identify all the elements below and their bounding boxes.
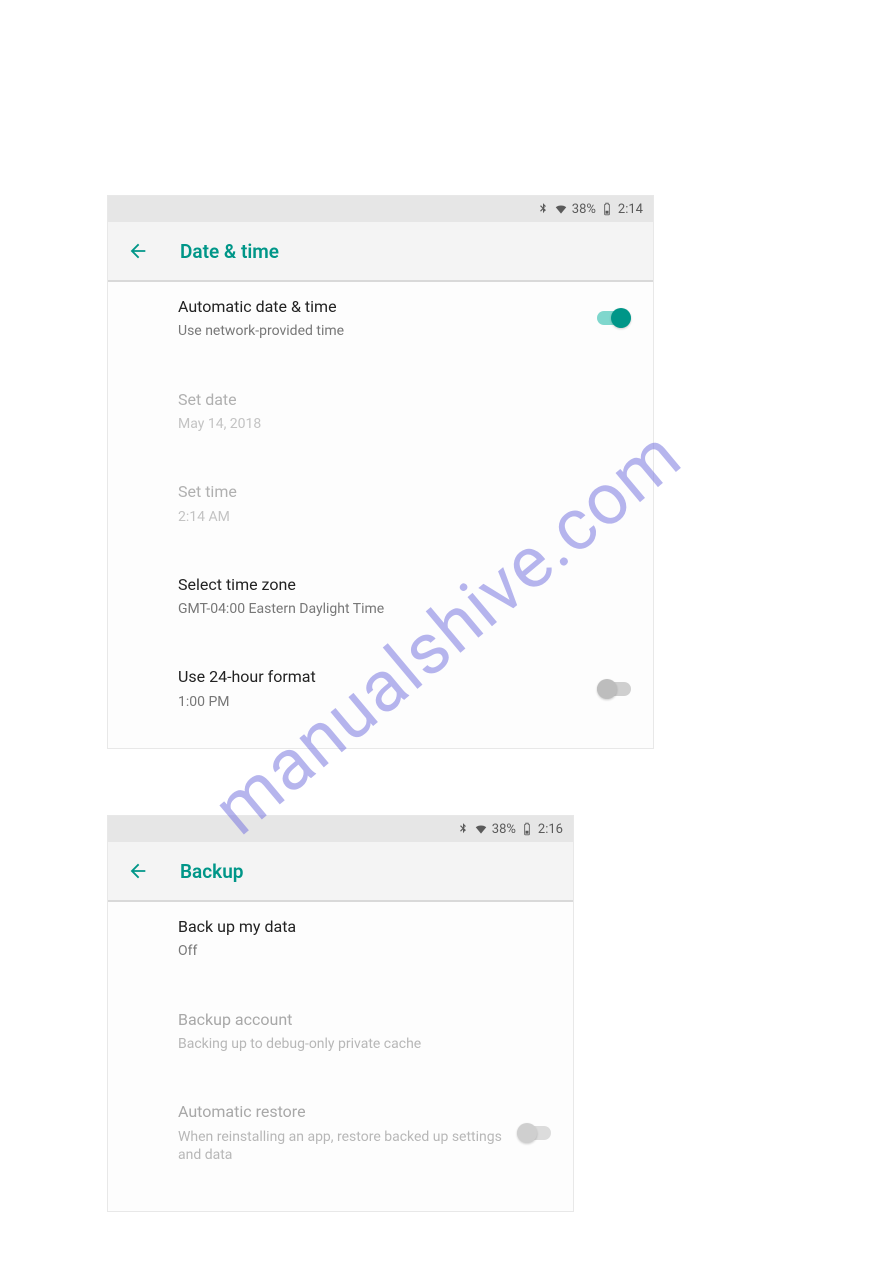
row-title: Automatic restore	[178, 1101, 503, 1123]
row-subtitle: GMT-04:00 Eastern Daylight Time	[178, 600, 653, 618]
row-automatic-restore: Automatic restore When reinstalling an a…	[108, 1087, 573, 1178]
row-back-up-my-data[interactable]: Back up my data Off	[108, 902, 573, 975]
row-title: Select time zone	[178, 574, 653, 596]
clock-time: 2:16	[538, 822, 563, 837]
toggle-24-hour-format[interactable]	[597, 679, 631, 699]
page-title: Date & time	[180, 240, 279, 263]
toggle-thumb	[597, 679, 617, 699]
back-button[interactable]	[116, 860, 160, 882]
row-set-time: Set time 2:14 AM	[108, 467, 653, 540]
toggle-thumb	[517, 1123, 537, 1143]
status-bar: 38% 2:16	[108, 816, 573, 842]
row-select-time-zone[interactable]: Select time zone GMT-04:00 Eastern Dayli…	[108, 560, 653, 633]
battery-percent: 38%	[572, 202, 596, 217]
row-set-date: Set date May 14, 2018	[108, 375, 653, 448]
toggle-automatic-date-time[interactable]	[597, 308, 631, 328]
battery-icon	[520, 822, 534, 836]
spacer	[108, 975, 573, 995]
status-bar: 38% 2:14	[108, 196, 653, 222]
row-title: Use 24-hour format	[178, 666, 653, 688]
screenshot-date-time: 38% 2:14 Date & time Automatic date & ti…	[107, 195, 654, 749]
wifi-icon	[474, 822, 488, 836]
spacer	[108, 1067, 573, 1087]
row-subtitle: Backing up to debug-only private cache	[178, 1035, 573, 1053]
row-24-hour-format[interactable]: Use 24-hour format 1:00 PM	[108, 652, 653, 725]
bluetooth-icon	[536, 202, 550, 216]
row-subtitle: Use network-provided time	[178, 322, 653, 340]
spacer	[108, 540, 653, 560]
row-subtitle: 1:00 PM	[178, 693, 653, 711]
clock-time: 2:14	[618, 202, 643, 217]
battery-percent: 38%	[492, 822, 516, 837]
screenshot-backup: 38% 2:16 Backup Back up my data Off Back…	[107, 815, 574, 1212]
spacer	[108, 632, 653, 652]
settings-list: Automatic date & time Use network-provid…	[108, 282, 653, 725]
row-subtitle: When reinstalling an app, restore backed…	[178, 1128, 503, 1164]
toggle-automatic-restore	[517, 1123, 551, 1143]
spacer	[108, 355, 653, 375]
row-title: Set time	[178, 481, 653, 503]
wifi-icon	[554, 202, 568, 216]
page-title: Backup	[180, 860, 244, 883]
settings-list: Back up my data Off Backup account Backi…	[108, 902, 573, 1178]
row-automatic-date-time[interactable]: Automatic date & time Use network-provid…	[108, 282, 653, 355]
row-subtitle: Off	[178, 942, 573, 960]
row-subtitle: 2:14 AM	[178, 508, 653, 526]
arrow-left-icon	[127, 860, 149, 882]
row-backup-account: Backup account Backing up to debug-only …	[108, 995, 573, 1068]
app-bar: Backup	[108, 842, 573, 902]
row-title: Backup account	[178, 1009, 573, 1031]
app-bar: Date & time	[108, 222, 653, 282]
back-button[interactable]	[116, 240, 160, 262]
row-title: Set date	[178, 389, 653, 411]
row-title: Automatic date & time	[178, 296, 653, 318]
arrow-left-icon	[127, 240, 149, 262]
row-subtitle: May 14, 2018	[178, 415, 653, 433]
row-title: Back up my data	[178, 916, 573, 938]
battery-icon	[600, 202, 614, 216]
spacer	[108, 447, 653, 467]
bluetooth-icon	[456, 822, 470, 836]
toggle-thumb	[611, 308, 631, 328]
